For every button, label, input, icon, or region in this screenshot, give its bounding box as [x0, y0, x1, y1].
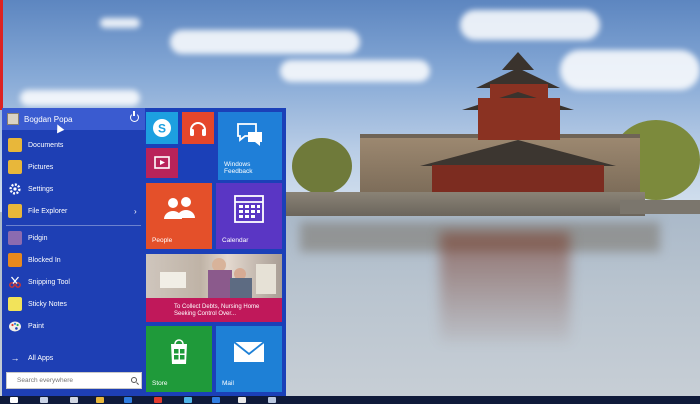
cloud — [280, 60, 430, 82]
menu-item-label: Settings — [28, 185, 54, 193]
tile-mail[interactable]: Mail — [216, 326, 282, 392]
taskbar-app-icon[interactable] — [70, 397, 78, 403]
app-item-label: Blocked In — [28, 256, 61, 264]
app-item-paint[interactable]: Paint — [2, 316, 145, 336]
start-menu-left-pane: Bogdan Popa Documents Pictures Settings … — [2, 108, 145, 396]
sticky-notes-icon — [8, 297, 22, 311]
palette-icon — [8, 319, 22, 333]
hall-roof — [420, 140, 616, 166]
folder-icon — [8, 204, 22, 218]
cloud — [20, 90, 140, 106]
user-name: Bogdan Popa — [24, 114, 73, 124]
skype-icon: S — [153, 119, 171, 137]
window-edge — [0, 0, 3, 110]
menu-item-label: File Explorer — [28, 207, 68, 215]
menu-item-pictures[interactable]: Pictures — [2, 157, 145, 177]
taskbar-app-icon[interactable] — [154, 397, 162, 403]
tile-label: Calendar — [222, 237, 249, 244]
tile-music[interactable] — [182, 112, 214, 144]
calendar-icon — [234, 195, 264, 223]
menu-item-label: Pictures — [28, 163, 54, 171]
menu-item-documents[interactable]: Documents — [2, 135, 145, 155]
tile-people[interactable]: People — [146, 183, 212, 249]
tile-calendar[interactable]: Calendar — [216, 183, 282, 249]
app-item-label: Pidgin — [28, 234, 48, 242]
video-icon — [154, 156, 170, 169]
all-apps-label: All Apps — [28, 354, 54, 362]
mail-icon — [233, 341, 265, 362]
tile-skype[interactable]: S — [146, 112, 178, 144]
tile-windows-feedback[interactable]: Windows Feedback — [218, 112, 282, 180]
taskbar-folder-icon[interactable] — [96, 397, 104, 403]
tile-label: To Collect Debts, Nursing Home Seeking C… — [174, 304, 260, 317]
hall — [432, 165, 604, 195]
app-item-label: Sticky Notes — [28, 300, 67, 308]
app-item-blocked-in[interactable]: Blocked In — [2, 250, 145, 270]
tree — [292, 138, 352, 194]
pidgin-icon — [8, 231, 22, 245]
folder-icon — [8, 160, 22, 174]
cloud — [460, 10, 600, 40]
folder-icon — [8, 138, 22, 152]
tile-label: People — [152, 237, 173, 244]
search-icon[interactable] — [131, 377, 137, 383]
tile-store[interactable]: Store — [146, 326, 212, 392]
taskbar-app-icon[interactable] — [40, 397, 48, 403]
cloud — [170, 30, 360, 54]
user-account-button[interactable]: Bogdan Popa — [2, 108, 145, 130]
svg-text:S: S — [158, 122, 166, 136]
taskbar-app-icon[interactable] — [268, 397, 276, 403]
app-item-snipping-tool[interactable]: Snipping Tool — [2, 272, 145, 292]
search-input[interactable] — [7, 374, 132, 387]
all-apps-button[interactable]: → All Apps — [2, 348, 145, 368]
scissors-icon — [8, 275, 22, 289]
start-menu: Bogdan Popa Documents Pictures Settings … — [2, 108, 286, 396]
taskbar-app-icon[interactable] — [184, 397, 192, 403]
windows-start-icon[interactable] — [10, 397, 18, 403]
menu-item-label: Documents — [28, 141, 64, 149]
wall-base-right — [620, 200, 700, 214]
blocked-in-icon — [8, 253, 22, 267]
cloud — [560, 50, 700, 90]
tile-label: Store — [152, 380, 168, 387]
store-icon — [171, 339, 187, 364]
tile-label: Windows Feedback — [224, 161, 253, 175]
app-item-sticky-notes[interactable]: Sticky Notes — [2, 294, 145, 314]
gear-icon — [8, 182, 22, 196]
avatar — [7, 113, 19, 125]
tile-label: Mail — [222, 380, 234, 387]
menu-divider — [6, 225, 141, 226]
power-icon[interactable] — [130, 111, 139, 122]
people-icon — [164, 197, 195, 219]
taskbar-app-icon[interactable] — [124, 397, 132, 403]
feedback-icon — [237, 123, 262, 146]
headphones-icon — [190, 122, 206, 136]
taskbar-app-icon[interactable] — [238, 397, 246, 403]
taskbar-app-icon[interactable] — [212, 397, 220, 403]
news-photo — [146, 254, 282, 298]
wall-base — [285, 192, 645, 216]
app-item-pidgin[interactable]: Pidgin — [2, 228, 145, 248]
tile-news[interactable]: To Collect Debts, Nursing Home Seeking C… — [146, 254, 282, 322]
corner-tower — [478, 98, 560, 140]
tile-video[interactable] — [146, 148, 178, 178]
menu-item-file-explorer[interactable]: File Explorer › — [2, 201, 145, 221]
app-item-label: Snipping Tool — [28, 278, 70, 286]
app-item-label: Paint — [28, 322, 44, 330]
arrow-right-icon: → — [10, 353, 20, 363]
chevron-right-icon: › — [134, 206, 137, 216]
search-box[interactable] — [6, 372, 142, 389]
menu-item-settings[interactable]: Settings — [2, 179, 145, 199]
cloud — [100, 18, 140, 28]
taskbar — [0, 396, 700, 404]
tower-reflection — [440, 232, 570, 342]
